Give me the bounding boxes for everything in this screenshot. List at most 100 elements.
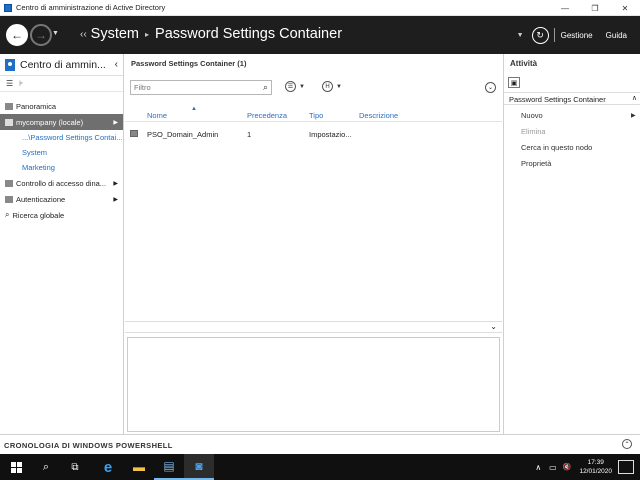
refresh-button[interactable]: ↻ — [531, 26, 549, 44]
task-view-button[interactable]: ⧉ — [60, 454, 90, 480]
nav-item-mycompany[interactable]: mycompany (locale) ▶ — [0, 114, 123, 130]
navigation-header: ← → ▼ ‹‹ System ▸ Password Settings Cont… — [0, 16, 640, 54]
content-pane: Password Settings Container (1) ⌕ ☰ ▼ H … — [125, 54, 502, 434]
column-header-type[interactable]: Tipo — [309, 111, 323, 120]
search-icon[interactable]: ⌕ — [263, 82, 268, 93]
tasks-pane: Attività ▣ Password Settings Container ∧… — [503, 54, 640, 434]
cell-precedence: 1 — [247, 130, 252, 139]
chevron-down-icon[interactable]: ⌄ — [490, 322, 497, 331]
close-button[interactable]: ✕ — [610, 0, 640, 16]
filter-box[interactable]: ⌕ — [130, 80, 272, 95]
expand-arrow-icon[interactable]: ▶ — [113, 196, 118, 203]
nav-item-overview[interactable]: Panoramica — [0, 98, 123, 114]
clock-date: 12/01/2020 — [579, 468, 612, 475]
search-button[interactable]: ⌕ — [32, 454, 60, 480]
ad-center-icon — [5, 58, 15, 71]
nav-item-label: Controllo di accesso dina... — [16, 178, 107, 188]
tasks-section-label: Password Settings Container — [509, 95, 606, 104]
breadcrumb-password-settings[interactable]: Password Settings Container — [155, 26, 342, 42]
column-header-name[interactable]: Nome — [147, 111, 167, 120]
pso-icon — [130, 130, 138, 137]
expand-history-icon[interactable]: ⌃ — [622, 439, 632, 449]
powershell-history-label: CRONOLOGIA DI WINDOWS POWERSHELL — [4, 441, 173, 450]
sort-ascending-icon: ▲ — [191, 106, 197, 112]
overview-icon — [5, 102, 13, 110]
cell-type: Impostazio... — [309, 130, 352, 139]
history-dropdown-icon[interactable]: ▼ — [52, 30, 59, 37]
clock[interactable]: 17:39 12/01/2020 — [579, 458, 612, 476]
network-icon[interactable]: ▭ — [549, 463, 557, 472]
domain-icon — [5, 118, 13, 126]
task-new[interactable]: Nuovo ▶ — [521, 111, 636, 120]
clock-time: 17:39 — [587, 459, 604, 466]
table-header: ▲ Nome Precedenza Tipo Descrizione — [125, 106, 502, 122]
list-view-icon[interactable]: ☰ — [6, 79, 13, 88]
group-icon: H — [322, 81, 333, 92]
ad-admin-center-icon[interactable]: ◙ — [184, 454, 214, 480]
tree-view-icon[interactable]: ⊧ — [19, 79, 23, 88]
authentication-icon — [5, 195, 13, 203]
chevron-down-icon[interactable]: ▼ — [517, 32, 524, 39]
nav-item-password-settings[interactable]: ...\Password Settings Contai... — [0, 130, 123, 145]
collapse-pane-icon[interactable]: ‹ — [115, 59, 118, 70]
show-hidden-icons-icon[interactable]: ∧ — [535, 463, 541, 472]
preview-pane — [127, 337, 500, 432]
expand-arrow-icon[interactable]: ▶ — [113, 180, 118, 187]
nav-item-system[interactable]: System — [0, 145, 123, 160]
search-icon: ⌕ — [5, 210, 10, 219]
ad-app-icon — [4, 3, 12, 12]
window-title: Centro di amministrazione di Active Dire… — [16, 3, 166, 12]
nav-item-label: Autenticazione — [16, 194, 66, 204]
restore-button[interactable]: ❐ — [580, 0, 610, 16]
group-options-button[interactable]: H ▼ — [322, 81, 342, 92]
table-row[interactable]: PSO_Domain_Admin 1 Impostazio... — [125, 127, 502, 141]
divider — [553, 28, 555, 42]
nav-item-access-control[interactable]: Controllo di accesso dina... ▶ — [0, 175, 123, 191]
column-header-description[interactable]: Descrizione — [359, 111, 398, 120]
submenu-arrow-icon: ▶ — [631, 113, 636, 119]
preview-splitter[interactable]: ⌄ — [125, 321, 502, 333]
breadcrumb-system[interactable]: System — [91, 26, 139, 42]
nav-item-label: Ricerca globale — [12, 210, 65, 220]
nav-item-label: Panoramica — [16, 101, 57, 111]
taskbar: ⌕ ⧉ e ▬ ▤ ◙ ∧ ▭ 🔇 17:39 12/01/2020 — [0, 454, 640, 480]
start-button[interactable] — [0, 454, 32, 480]
task-properties[interactable]: Proprietà — [521, 159, 551, 168]
access-control-icon — [5, 179, 13, 187]
system-tray: ∧ ▭ 🔇 17:39 12/01/2020 — [535, 454, 640, 480]
column-header-precedence[interactable]: Precedenza — [247, 111, 287, 120]
nav-item-global-search[interactable]: ⌕ Ricerca globale — [0, 207, 123, 223]
breadcrumb-separator-icon: ▸ — [145, 29, 150, 39]
server-manager-icon[interactable]: ▤ — [154, 454, 184, 480]
tasks-section-header[interactable]: Password Settings Container ∧ — [504, 92, 640, 105]
nav-item-authentication[interactable]: Autenticazione ▶ — [0, 191, 123, 207]
collapse-section-icon[interactable]: ∧ — [632, 94, 637, 102]
breadcrumb-overflow-icon[interactable]: ‹‹ — [80, 29, 87, 40]
volume-muted-icon[interactable]: 🔇 — [563, 463, 572, 471]
tasks-title: Attività — [510, 59, 538, 68]
task-label: Nuovo — [521, 111, 543, 120]
minimize-button[interactable]: — — [550, 0, 580, 16]
navigation-pane: Centro di ammin... ‹ ☰ ⊧ Panoramica myco… — [0, 54, 124, 434]
task-search-node[interactable]: Cerca in questo nodo — [521, 143, 592, 152]
view-options-button[interactable]: ☰ ▼ — [285, 81, 305, 92]
powershell-history-bar[interactable]: CRONOLOGIA DI WINDOWS POWERSHELL ⌃ — [0, 434, 640, 454]
expand-arrow-icon[interactable]: ▶ — [113, 119, 118, 126]
notification-center-icon[interactable] — [618, 460, 634, 474]
manage-menu[interactable]: Gestione — [561, 31, 593, 40]
forward-button[interactable]: → — [30, 24, 52, 46]
filter-input[interactable] — [131, 81, 251, 94]
content-title: Password Settings Container (1) — [131, 59, 247, 68]
clipboard-icon[interactable]: ▣ — [508, 77, 520, 88]
window-titlebar: Centro di amministrazione di Active Dire… — [0, 0, 640, 16]
expand-filter-button[interactable]: ⌄ — [485, 82, 496, 93]
windows-logo-icon — [10, 461, 22, 473]
file-explorer-icon[interactable]: ▬ — [124, 454, 154, 480]
edge-icon[interactable]: e — [92, 454, 124, 480]
help-menu[interactable]: Guida — [606, 31, 627, 40]
breadcrumb: ‹‹ System ▸ Password Settings Container — [80, 26, 342, 42]
task-delete[interactable]: Elimina — [521, 127, 546, 136]
nav-item-marketing[interactable]: Marketing — [0, 160, 123, 175]
chevron-down-icon: ▼ — [299, 83, 305, 90]
back-button[interactable]: ← — [6, 24, 28, 46]
